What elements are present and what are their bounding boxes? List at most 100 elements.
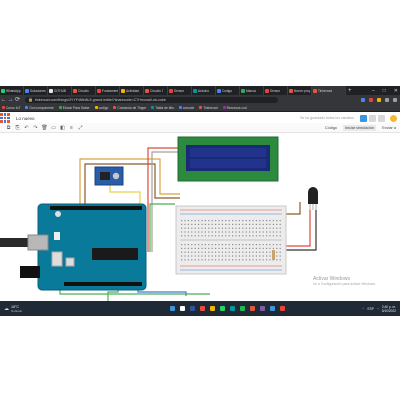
resistor[interactable]	[272, 250, 275, 260]
breadboard-hole	[269, 231, 271, 233]
taskbar-app-icon[interactable]	[259, 306, 265, 311]
tab-label: Soluciones	[30, 88, 46, 93]
breadboard-hole	[279, 255, 281, 257]
address-bar[interactable]: 🔒 tinkercad.com/things/3YYF4Nfn8L5-grand…	[25, 96, 278, 103]
taskbar-app-icon[interactable]	[249, 306, 255, 311]
menu-icon[interactable]	[393, 97, 397, 102]
shape-icon[interactable]: ▭	[49, 125, 58, 131]
breadboard-hole	[201, 251, 203, 253]
breadboard-hole	[269, 244, 271, 246]
browser-tab[interactable]: Codigo	[216, 86, 240, 95]
align-icon[interactable]: ≡	[67, 125, 76, 131]
bookmark-item[interactable]: Comando de Tinger	[113, 106, 146, 110]
undo-icon[interactable]: ↶	[22, 125, 31, 131]
fit-icon[interactable]: ⤢	[76, 125, 85, 131]
browser-tab[interactable]: Actividad	[120, 86, 144, 95]
avatar[interactable]	[390, 114, 397, 122]
bookmark-item[interactable]: console	[178, 106, 194, 110]
extension-icon[interactable]	[377, 97, 381, 102]
design-title[interactable]: Lo nuevo	[16, 116, 35, 121]
browser-tab[interactable]: Fundamentos	[96, 86, 120, 95]
breadboard-hole	[232, 235, 234, 237]
copy-icon[interactable]: ⧉	[4, 125, 13, 131]
taskbar-app-icon[interactable]	[239, 306, 245, 311]
breadboard-hole	[225, 247, 227, 249]
arduino-board	[37, 203, 147, 291]
breadboard-hole	[232, 247, 234, 249]
taskbar-app-icon[interactable]	[199, 306, 205, 311]
browser-tab[interactable]: WhatsApp	[0, 86, 24, 95]
forward-button[interactable]: →	[7, 97, 14, 103]
taskbar-app-icon[interactable]	[189, 306, 195, 311]
bookmark-item[interactable]: Curso IoT	[2, 106, 20, 110]
color-icon[interactable]: ◧	[58, 125, 67, 131]
browser-tab[interactable]: GITHUB	[48, 86, 72, 95]
browser-tab[interactable]: Soluciones	[24, 86, 48, 95]
weather-widget[interactable]: ☁ 18°C Nublado	[4, 305, 22, 313]
bookmark-label: codigo	[98, 105, 109, 110]
list-view-icon[interactable]	[369, 114, 376, 122]
temperature-sensor[interactable]	[308, 187, 318, 210]
breadboard-hole	[225, 220, 227, 222]
reload-button[interactable]: ⟳	[14, 96, 21, 103]
circuit-view-icon[interactable]	[360, 114, 367, 122]
minimize-button[interactable]: –	[372, 88, 375, 94]
close-button[interactable]: ✕	[394, 88, 398, 94]
clock[interactable]: 2:40 p. m. 5/10/2022	[382, 305, 396, 313]
redo-icon[interactable]: ↷	[31, 125, 40, 131]
language-indicator[interactable]: ESP	[367, 307, 373, 311]
rtc-module[interactable]	[94, 166, 124, 186]
browser-tab[interactable]: Sensor	[168, 86, 192, 95]
maximize-button[interactable]: □	[383, 88, 386, 94]
browser-tab[interactable]: Sensor	[264, 86, 288, 95]
profile-icon[interactable]	[385, 97, 389, 102]
extension-icon[interactable]	[361, 97, 365, 102]
taskbar-app-icon[interactable]	[219, 306, 225, 311]
breadboard-hole	[215, 223, 217, 225]
back-button[interactable]: ←	[0, 97, 7, 103]
breadboard-hole	[276, 251, 278, 253]
breadboard[interactable]	[175, 205, 287, 275]
taskbar-app-icon[interactable]	[209, 306, 215, 311]
start-simulation-button[interactable]: Iniciar simulación	[342, 124, 377, 131]
taskbar-app-icon[interactable]	[279, 306, 285, 311]
wifi-icon[interactable]: ◔	[377, 307, 379, 311]
arduino-uno[interactable]	[37, 203, 147, 291]
bookmark-item[interactable]: Dot componente	[25, 106, 54, 110]
tab-label: GITHUB	[54, 88, 67, 93]
breadboard-hole	[272, 220, 274, 222]
windows-taskbar: ☁ 18°C Nublado ⌃ ESP ◔ 2:40 p. m. 5/10/2…	[0, 301, 400, 316]
taskbar-app-icon[interactable]	[179, 306, 185, 311]
bookmark-item[interactable]: Tinkercad	[199, 106, 218, 110]
breadboard-hole	[276, 247, 278, 249]
breadboard-hole	[184, 231, 186, 233]
tab-label: Nuevo proyecto	[294, 88, 310, 93]
browser-tab[interactable]: Nuevo proyecto	[288, 86, 312, 95]
reset-button[interactable]	[55, 211, 61, 217]
bookmark-item[interactable]: Tabla de bits	[151, 106, 174, 110]
taskbar-app-icon[interactable]	[269, 306, 275, 311]
taskbar-app-icon[interactable]	[229, 306, 235, 311]
delete-icon[interactable]: 🗑	[40, 125, 49, 131]
browser-tab[interactable]: Circuito 3	[144, 86, 168, 95]
browser-tab[interactable]: Tinkercad	[312, 86, 346, 95]
breadboard-hole	[272, 247, 274, 249]
lcd-display[interactable]	[177, 136, 279, 182]
code-button[interactable]: Código	[325, 126, 337, 130]
new-tab-button[interactable]: +	[348, 88, 352, 94]
share-icon[interactable]	[378, 114, 385, 122]
send-to-button[interactable]: Enviar a	[382, 126, 396, 130]
breadboard-hole	[235, 235, 237, 237]
bookmark-item[interactable]: Ebook Para Saber	[58, 106, 90, 110]
browser-tab[interactable]: Arduino	[192, 86, 216, 95]
breadboard-hole	[187, 247, 189, 249]
browser-tab[interactable]: Circuito	[72, 86, 96, 95]
tray-caret-icon[interactable]: ⌃	[362, 307, 365, 311]
tinkercad-logo[interactable]	[0, 113, 10, 123]
extension-icon[interactable]	[369, 97, 373, 102]
taskbar-app-icon[interactable]	[169, 306, 175, 311]
bookmark-item[interactable]: Recursos cod	[222, 106, 247, 110]
browser-tab[interactable]: Manual	[240, 86, 264, 95]
bookmark-item[interactable]: codigo	[94, 105, 109, 110]
paste-icon[interactable]: ⎘	[13, 125, 22, 131]
